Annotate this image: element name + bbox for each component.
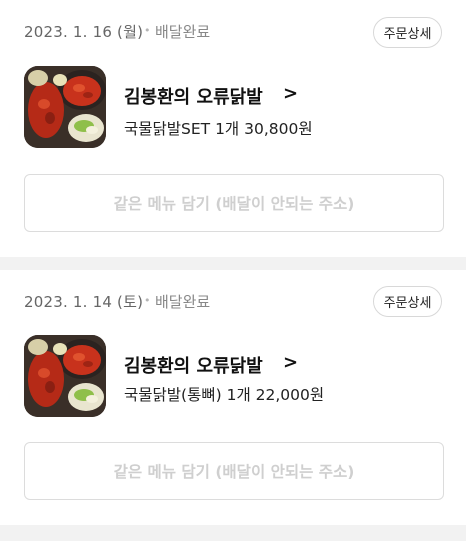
order-detail-button[interactable]: 주문상세 (373, 17, 442, 48)
order-detail-button[interactable]: 주문상세 (373, 286, 442, 317)
food-image (24, 66, 106, 148)
section-divider (0, 257, 466, 270)
store-name[interactable]: 김봉환의 오류닭발 (124, 83, 263, 109)
order-card: 2023. 1. 16 (월) • 배달완료 주문상세 김봉환의 오류닭발 > … (0, 0, 466, 257)
food-thumbnail[interactable] (24, 335, 106, 417)
order-date: 2023. 1. 14 (토) (24, 293, 144, 311)
reorder-button[interactable]: 같은 메뉴 담기 (배달이 안되는 주소) (24, 442, 444, 500)
store-name[interactable]: 김봉환의 오류닭발 (124, 352, 263, 378)
order-menu-summary: 국물닭발SET 1개 30,800원 (124, 120, 313, 138)
food-thumbnail[interactable] (24, 66, 106, 148)
separator-dot: • (144, 294, 151, 307)
reorder-button[interactable]: 같은 메뉴 담기 (배달이 안되는 주소) (24, 174, 444, 232)
order-card: 2023. 1. 14 (토) • 배달완료 주문상세 김봉환의 오류닭발 > … (0, 270, 466, 525)
order-date: 2023. 1. 16 (월) (24, 23, 144, 41)
order-menu-summary: 국물닭발(통뼈) 1개 22,000원 (124, 386, 325, 404)
order-status: 배달완료 (155, 293, 211, 311)
order-status: 배달완료 (155, 23, 211, 41)
chevron-right-icon[interactable]: > (283, 352, 298, 373)
food-image (24, 335, 106, 417)
separator-dot: • (144, 24, 151, 37)
chevron-right-icon[interactable]: > (283, 83, 298, 104)
section-divider (0, 525, 466, 541)
